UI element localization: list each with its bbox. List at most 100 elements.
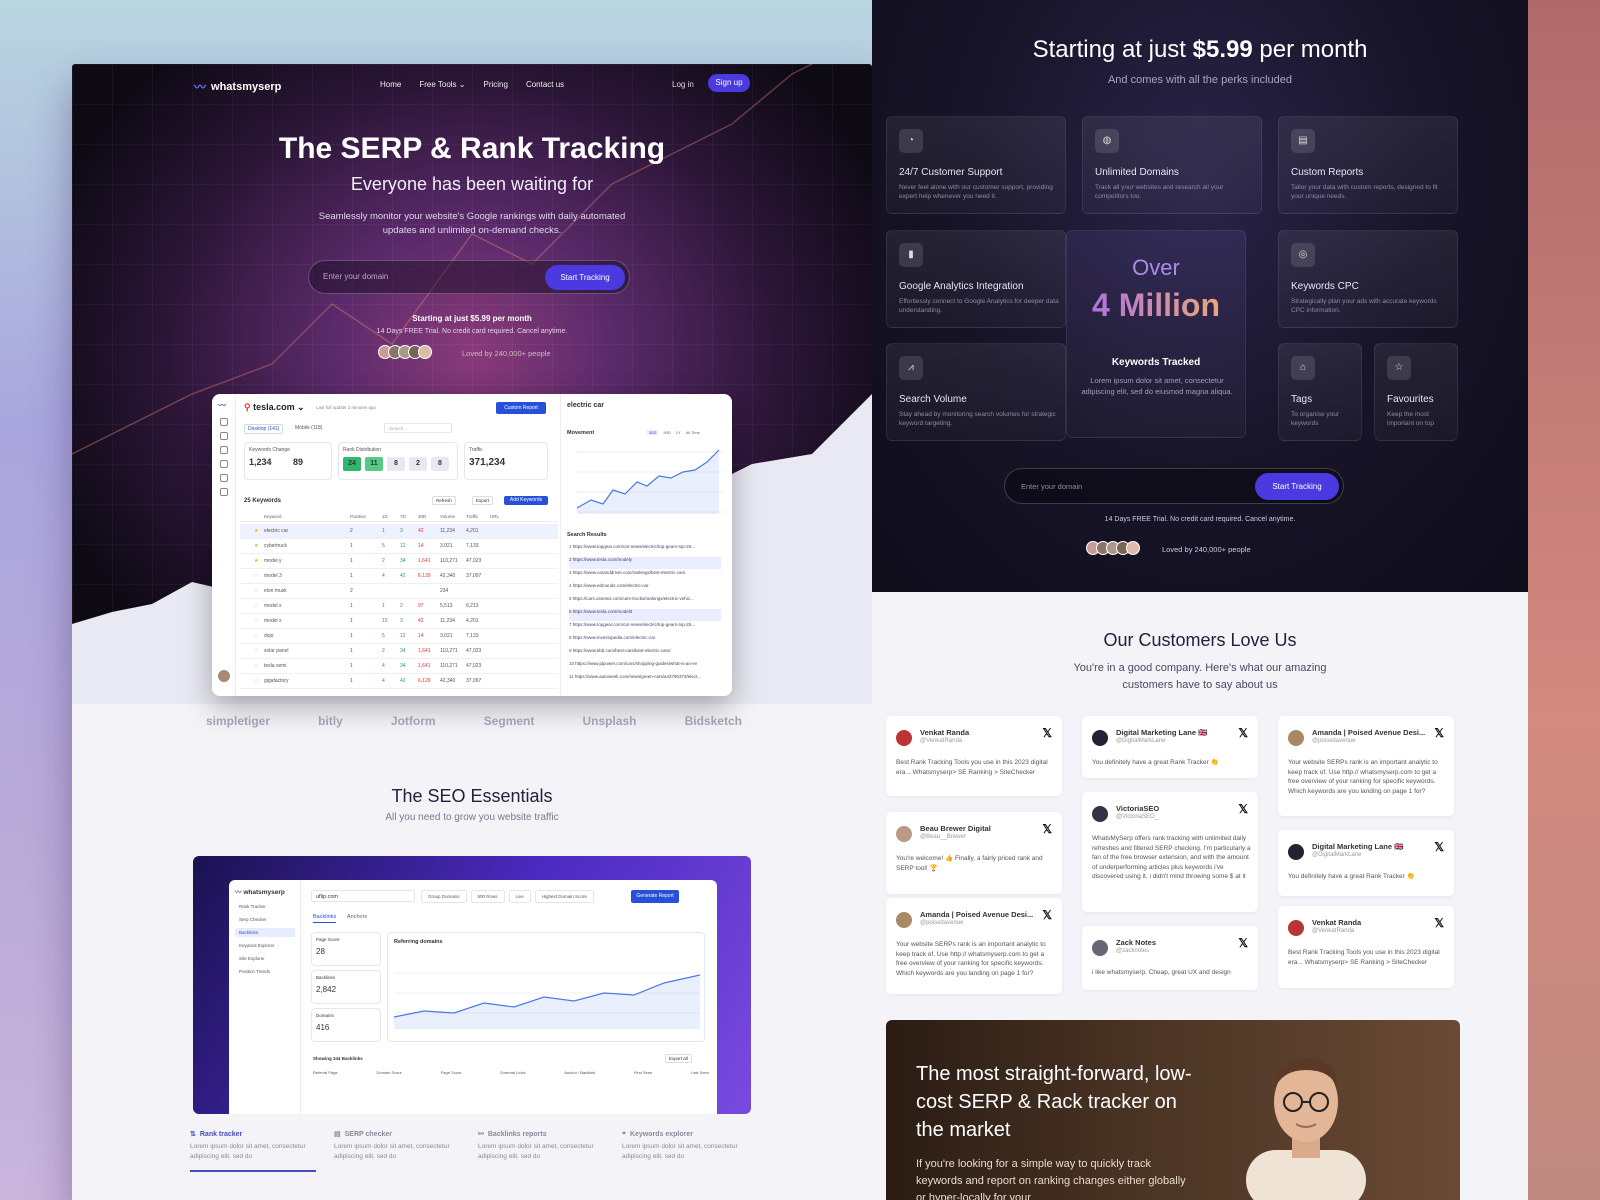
table-row[interactable]: ☆ solar panel 1 2 34 1,641 110,271 47,023 — [240, 644, 558, 659]
x-logo-icon[interactable]: 𝕏 — [1042, 726, 1052, 740]
backlink-col-header[interactable]: Last Seen — [691, 1070, 709, 1075]
feature-backlinks[interactable]: ⚯ Backlinks reports Lorem ipsum dolor sit … — [478, 1130, 608, 1162]
table-row[interactable]: ★ cybertruck 1 5 12 14 3,021 7,133 — [240, 539, 558, 554]
backlink-col-header[interactable]: Referral Page — [313, 1070, 338, 1075]
x-logo-icon[interactable]: 𝕏 — [1238, 726, 1248, 740]
avatar[interactable] — [218, 670, 230, 682]
x-logo-icon[interactable]: 𝕏 — [1434, 840, 1444, 854]
rank-icon[interactable] — [220, 418, 228, 426]
add-keywords-button[interactable]: Add Keywords — [504, 496, 548, 505]
search-result-row[interactable]: 5 https://cars.usnews.com/cars-trucks/ra… — [569, 596, 721, 608]
kw-col-header[interactable]: 1D — [382, 514, 388, 519]
star-icon[interactable]: ★ — [254, 543, 258, 549]
result-url[interactable]: https://www.edmunds.com/electric-car — [573, 583, 649, 588]
table-row[interactable]: ☆ model 3 1 4 42 6,129 42,340 37,097 — [240, 569, 558, 584]
kw-col-header[interactable]: URL — [490, 514, 499, 519]
backlink-col-header[interactable]: First Seen — [634, 1070, 652, 1075]
x-logo-icon[interactable]: 𝕏 — [1434, 916, 1444, 930]
feature-serp-checker[interactable]: ▤ SERP checker Lorem ipsum dolor sit amet,… — [334, 1130, 464, 1162]
seo-side-item[interactable]: Position Trends — [235, 967, 295, 976]
table-row[interactable]: ☆ dojo 1 5 12 14 3,021 7,133 — [240, 629, 558, 644]
search-result-row[interactable]: 9 https://www.kbb.com/best-cars/best-ele… — [569, 648, 721, 660]
seo-side-item[interactable]: Serp Checker — [235, 915, 295, 924]
result-url[interactable]: https://www.autoweek.com/news/green-cars… — [575, 674, 701, 679]
table-row[interactable]: ☆ gigafactory 1 4 42 6,129 42,340 37,097 — [240, 674, 558, 689]
nav-contact[interactable]: Contact us — [526, 80, 564, 89]
domain-input[interactable]: Enter your domain — [1021, 482, 1082, 491]
x-logo-icon[interactable]: 𝕏 — [1042, 822, 1052, 836]
star-icon[interactable]: ☆ — [254, 678, 258, 684]
dash-domain[interactable]: tesla.com — [253, 402, 295, 412]
table-row[interactable]: ☆ elon musk 2 234 — [240, 584, 558, 599]
seo-filter-select[interactable]: Group Domains — [421, 890, 467, 903]
star-icon[interactable]: ★ — [254, 528, 258, 534]
range-tab[interactable]: 1Y — [676, 430, 681, 435]
table-row[interactable]: ★ electric car 2 1 3 42 11,234 4,201 — [240, 524, 558, 539]
domain-input[interactable]: Enter your domain — [323, 272, 388, 281]
kw-col-header[interactable]: Position — [350, 514, 366, 519]
backlink-col-header[interactable]: Domain Score — [376, 1070, 401, 1075]
nav-pricing[interactable]: Pricing — [483, 80, 507, 89]
result-url[interactable]: https://www.topgear.com/car-news/electri… — [573, 622, 695, 627]
result-url[interactable]: https://cars.usnews.com/cars-trucks/rank… — [573, 596, 694, 601]
custom-report-button[interactable]: Custom Report — [496, 402, 546, 414]
serp-icon[interactable] — [220, 432, 228, 440]
search-result-row[interactable]: 4 https://www.edmunds.com/electric-car — [569, 583, 721, 595]
search-result-row[interactable]: 2 https://www.tesla.com/modely — [569, 557, 721, 569]
seo-filter-select[interactable]: Highest Domain Score — [534, 890, 594, 903]
result-url[interactable]: https://www.caranddriver.com/rankings/be… — [573, 570, 686, 575]
star-icon[interactable]: ☆ — [254, 573, 258, 579]
tab-backlinks[interactable]: Backlinks — [313, 914, 337, 923]
star-icon[interactable]: ☆ — [254, 618, 258, 624]
search-result-row[interactable]: 3 https://www.caranddriver.com/rankings/… — [569, 570, 721, 582]
x-logo-icon[interactable]: 𝕏 — [1238, 936, 1248, 950]
start-tracking-button[interactable]: Start Tracking — [545, 265, 625, 290]
export-button[interactable]: Export — [472, 496, 494, 505]
range-tab[interactable]: All Time — [686, 430, 700, 435]
logo[interactable]: 〰 whatsmyserp — [194, 78, 281, 95]
star-icon[interactable]: ☆ — [254, 648, 258, 654]
backlink-col-header[interactable]: External Links — [500, 1070, 525, 1075]
kw-col-header[interactable]: 30D — [418, 514, 426, 519]
mobile-tab[interactable]: Mobile (118) — [292, 424, 325, 432]
seo-side-item[interactable]: Keyword Explorer — [235, 941, 295, 950]
table-row[interactable]: ☆ model s 1 1 2 97 5,513 6,213 — [240, 599, 558, 614]
result-url[interactable]: https://www.tesla.com/model3 — [573, 609, 633, 614]
result-url[interactable]: https://www.investopedia.com/electric-ca… — [573, 635, 656, 640]
nav-free-tools[interactable]: Free Tools ⌄ — [419, 80, 465, 89]
kw-col-header[interactable]: Keyword — [264, 514, 282, 519]
feature-rank-tracker[interactable]: ⇅ Rank tracker Lorem ipsum dolor sit amet,… — [190, 1130, 320, 1172]
desktop-tab[interactable]: Desktop (141) — [244, 424, 284, 434]
star-icon[interactable]: ☆ — [254, 633, 258, 639]
seo-filter-select[interactable]: Live — [508, 890, 531, 903]
range-tab[interactable]: 30D — [647, 430, 659, 435]
table-row[interactable]: ☆ model x 1 10 3 42 11,234 4,201 — [240, 614, 558, 629]
table-row[interactable]: ☆ tesla semi 1 4 34 1,641 110,271 47,023 — [240, 659, 558, 674]
seo-side-item[interactable]: Rank Tracker — [235, 902, 295, 911]
explorer-icon[interactable] — [220, 460, 228, 468]
seo-domain-input[interactable]: uflip.com — [311, 890, 415, 902]
backlinks-icon[interactable] — [220, 446, 228, 454]
seo-filter-select[interactable]: 500 Rows — [470, 890, 505, 903]
table-row[interactable]: ★ model y 1 2 34 1,641 110,271 47,023 — [240, 554, 558, 569]
backlink-col-header[interactable]: Page Score — [441, 1070, 462, 1075]
dash-search-input[interactable]: Search... — [384, 423, 452, 433]
search-result-row[interactable]: 8 https://www.investopedia.com/electric-… — [569, 635, 721, 647]
search-result-row[interactable]: 6 https://www.tesla.com/model3 — [569, 609, 721, 621]
tab-anchors[interactable]: Anchors — [347, 914, 367, 920]
search-result-row[interactable]: 1 https://www.topgear.com/car-news/elect… — [569, 544, 721, 556]
result-url[interactable]: https://www.kbb.com/best-cars/best-elect… — [573, 648, 671, 653]
star-icon[interactable]: ★ — [254, 558, 258, 564]
result-url[interactable]: https://www.jdpower.com/cars/shopping-gu… — [575, 661, 697, 666]
feature-keywords-explorer[interactable]: ⌖ Keywords explorer Lorem ipsum dolor sit … — [622, 1130, 752, 1162]
star-icon[interactable]: ☆ — [254, 603, 258, 609]
generate-report-button[interactable]: Generate Report — [631, 890, 679, 903]
search-result-row[interactable]: 10 https://www.jdpower.com/cars/shopping… — [569, 661, 721, 673]
x-logo-icon[interactable]: 𝕏 — [1434, 726, 1444, 740]
export-all-button[interactable]: Export all — [665, 1054, 692, 1063]
range-tab[interactable]: 90D — [663, 430, 670, 435]
x-logo-icon[interactable]: 𝕏 — [1042, 908, 1052, 922]
login-link[interactable]: Log in — [672, 80, 694, 89]
kw-col-header[interactable]: 7D — [400, 514, 406, 519]
search-result-row[interactable]: 7 https://www.topgear.com/car-news/elect… — [569, 622, 721, 634]
